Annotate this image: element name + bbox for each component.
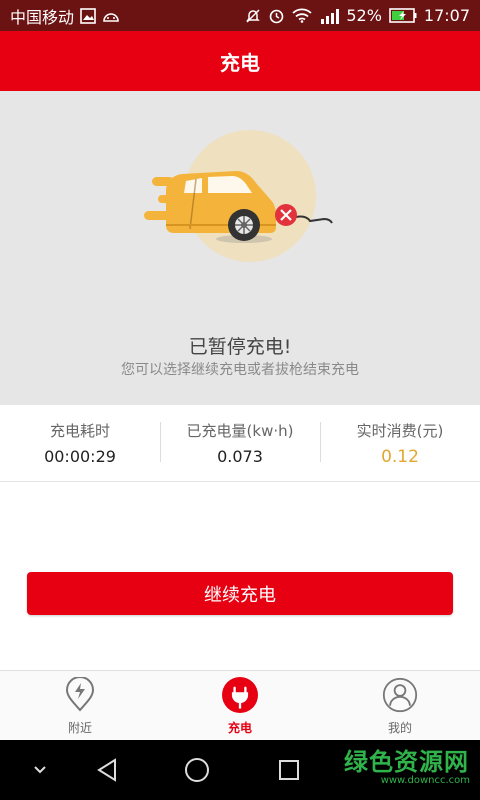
charging-paused-title: 已暂停充电!	[188, 336, 292, 358]
stat-label: 实时消费(元)	[356, 421, 444, 440]
charging-paused-hint: 您可以选择继续充电或者拔枪结束充电	[121, 362, 359, 378]
tab-nearby[interactable]: 附近	[0, 671, 160, 740]
signal-icon	[319, 8, 340, 24]
back-icon[interactable]	[92, 740, 122, 800]
app-header: 充电	[0, 31, 480, 91]
tab-label: 充电	[227, 721, 252, 735]
bottom-tab-bar: 附近 充电 我的	[0, 670, 480, 740]
continue-charging-button[interactable]: 继续充电	[27, 572, 453, 615]
page-title: 充电	[220, 50, 260, 75]
chevron-down-icon[interactable]	[26, 740, 54, 800]
charging-status-panel: 已暂停充电! 您可以选择继续充电或者拔枪结束充电	[0, 91, 480, 405]
stat-label: 充电耗时	[49, 422, 110, 440]
android-icon	[102, 9, 120, 23]
app-screen: 中国移动 52% 17:07 充电 已暂停充电! 您可以选择继续充电或者拔枪结束…	[0, 0, 480, 800]
carrier-name: 中国移动	[10, 7, 75, 27]
watermark-title: 绿色资源网	[344, 748, 469, 776]
home-icon[interactable]	[182, 740, 212, 800]
plug-icon	[222, 677, 258, 713]
location-bolt-icon	[62, 677, 98, 713]
user-icon	[382, 677, 418, 713]
wifi-icon	[292, 8, 312, 23]
stat-value: 00:00:29	[44, 447, 116, 466]
recent-apps-icon[interactable]	[274, 740, 304, 800]
charging-stats: 充电耗时 00:00:29 已充电量(kw·h) 0.073 实时消费(元) 0…	[0, 405, 480, 482]
site-watermark: 绿色资源网 www.downcc.com	[344, 742, 470, 796]
mute-icon	[245, 8, 261, 24]
battery-percent: 52%	[346, 6, 382, 25]
tab-label: 我的	[387, 721, 412, 735]
charging-error-icon	[275, 204, 297, 226]
paused-car-illustration	[144, 130, 333, 262]
tab-label: 附近	[67, 721, 92, 735]
gallery-icon	[80, 7, 96, 24]
battery-icon	[389, 8, 417, 23]
stat-value: 0.12	[381, 446, 419, 467]
stat-duration: 充电耗时 00:00:29	[0, 405, 160, 481]
stat-value: 0.073	[217, 447, 263, 466]
alarm-icon	[268, 7, 285, 24]
stat-label: 已充电量(kw·h)	[186, 422, 294, 440]
stat-energy: 已充电量(kw·h) 0.073	[160, 405, 320, 481]
stat-cost: 实时消费(元) 0.12	[320, 405, 480, 481]
clock: 17:07	[423, 6, 470, 25]
tab-charging[interactable]: 充电	[160, 671, 320, 740]
status-bar: 中国移动 52% 17:07	[0, 0, 480, 31]
tab-profile[interactable]: 我的	[320, 671, 480, 740]
